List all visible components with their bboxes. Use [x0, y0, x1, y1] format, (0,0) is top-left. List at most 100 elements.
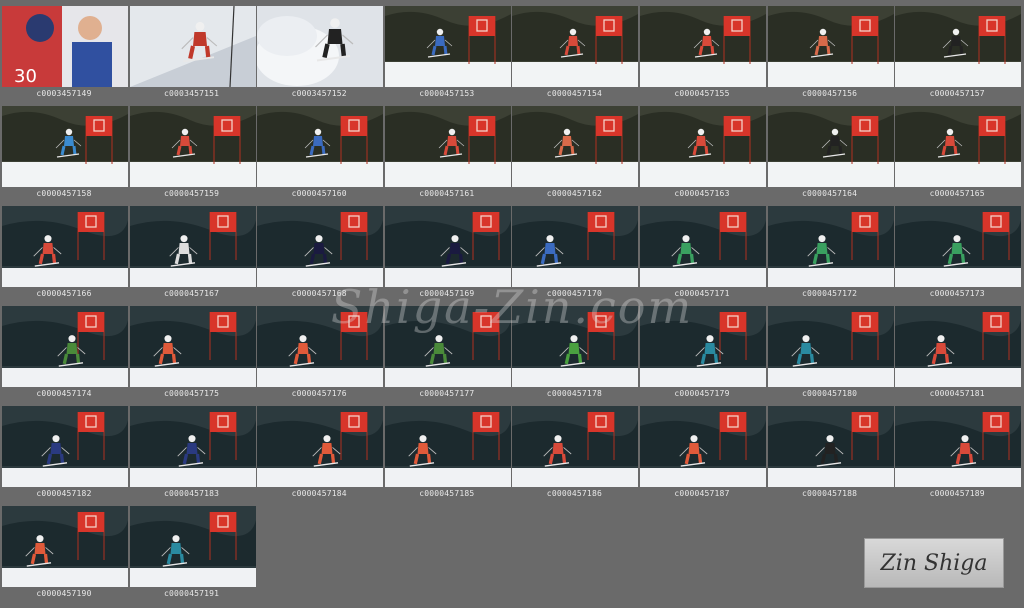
thumbnail-cell[interactable]: c0000457173: [893, 200, 1022, 300]
thumbnail-cell[interactable]: c0000457185: [383, 400, 511, 500]
thumbnail-image[interactable]: [257, 206, 384, 287]
thumbnail-caption: c0000457158: [36, 189, 92, 198]
thumbnail-cell[interactable]: c0000457168: [255, 200, 384, 300]
thumbnail-image[interactable]: [384, 206, 511, 287]
thumbnail-caption: c0000457173: [929, 289, 985, 298]
thumbnail-cell[interactable]: c0000457179: [638, 300, 766, 400]
thumbnail-cell[interactable]: c0000457183: [128, 400, 256, 500]
thumbnail-image[interactable]: [512, 106, 639, 187]
thumbnail-cell[interactable]: c0000457178: [510, 300, 639, 400]
thumbnail-image[interactable]: [129, 106, 256, 187]
thumbnail-caption: c0000457161: [419, 189, 475, 198]
thumbnail-image[interactable]: [895, 6, 1022, 87]
thumbnail-cell[interactable]: c0000457186: [510, 400, 639, 500]
thumbnail-cell[interactable]: c0000457181: [893, 300, 1022, 400]
thumbnail-image[interactable]: [895, 206, 1022, 287]
thumbnail-cell[interactable]: c0000457188: [766, 400, 894, 500]
thumbnail-cell[interactable]: c0000457177: [383, 300, 511, 400]
thumbnail-cell[interactable]: 30 c0003457149: [0, 0, 128, 100]
thumbnail-cell[interactable]: c0000457155: [638, 0, 766, 100]
thumbnail-cell[interactable]: c0000457161: [383, 100, 511, 200]
thumbnail-caption: c0000457154: [546, 89, 602, 98]
thumbnail-image[interactable]: [767, 6, 894, 87]
thumbnail-cell[interactable]: c0000457162: [510, 100, 639, 200]
thumbnail-caption: c0000457163: [674, 189, 730, 198]
thumbnail-image[interactable]: [640, 6, 766, 87]
thumbnail-image[interactable]: [257, 406, 384, 487]
thumbnail-image[interactable]: [640, 406, 766, 487]
thumbnail-caption: c0000457174: [36, 389, 92, 398]
thumbnail-caption: c0000457186: [546, 489, 602, 498]
thumbnail-image[interactable]: [384, 306, 511, 387]
thumbnail-image[interactable]: 30: [2, 6, 128, 87]
thumbnail-image[interactable]: [129, 306, 256, 387]
thumbnail-image[interactable]: [640, 206, 766, 287]
thumbnail-cell[interactable]: c0000457172: [766, 200, 894, 300]
thumbnail-image[interactable]: [257, 6, 384, 87]
thumbnail-image[interactable]: [257, 306, 384, 387]
thumbnail-image[interactable]: [512, 206, 639, 287]
thumbnail-image[interactable]: [512, 6, 639, 87]
contact-sheet-grid: 30 c0003457149 c0003457151 c0003457152 c…: [0, 0, 1024, 608]
thumbnail-cell[interactable]: c0000457169: [383, 200, 511, 300]
thumbnail-image[interactable]: [895, 306, 1022, 387]
thumbnail-image[interactable]: [2, 306, 128, 387]
thumbnail-image[interactable]: [767, 206, 894, 287]
thumbnail-cell[interactable]: c0000457159: [128, 100, 256, 200]
thumbnail-caption: c0000457184: [291, 489, 347, 498]
thumbnail-image[interactable]: [129, 206, 256, 287]
thumbnail-cell[interactable]: c0000457165: [893, 100, 1022, 200]
thumbnail-image[interactable]: [2, 506, 128, 587]
thumbnail-cell[interactable]: c0000457156: [766, 0, 894, 100]
thumbnail-cell[interactable]: c0000457157: [893, 0, 1022, 100]
thumbnail-cell[interactable]: c0000457180: [766, 300, 894, 400]
thumbnail-image[interactable]: [512, 306, 639, 387]
thumbnail-cell[interactable]: c0000457187: [638, 400, 766, 500]
thumbnail-cell[interactable]: c0000457191: [128, 500, 256, 600]
thumbnail-image[interactable]: [257, 106, 384, 187]
thumbnail-cell[interactable]: c0000457170: [510, 200, 639, 300]
thumbnail-image[interactable]: [895, 106, 1022, 187]
thumbnail-cell[interactable]: c0000457184: [255, 400, 384, 500]
thumbnail-cell[interactable]: c0000457176: [255, 300, 384, 400]
thumbnail-cell[interactable]: c0000457153: [383, 0, 511, 100]
thumbnail-image[interactable]: [767, 106, 894, 187]
thumbnail-cell[interactable]: c0000457171: [638, 200, 766, 300]
thumbnail-cell[interactable]: c0000457160: [255, 100, 384, 200]
thumbnail-cell[interactable]: c0000457190: [0, 500, 128, 600]
thumbnail-caption: c0000457175: [164, 389, 220, 398]
thumbnail-caption: c0000457155: [674, 89, 730, 98]
thumbnail-image[interactable]: [2, 406, 128, 487]
thumbnail-image[interactable]: [129, 506, 256, 587]
thumbnail-image[interactable]: [2, 106, 128, 187]
thumbnail-caption: c0000457164: [802, 189, 858, 198]
thumbnail-cell[interactable]: c0003457151: [128, 0, 256, 100]
thumbnail-caption: c0000457187: [674, 489, 730, 498]
thumbnail-cell[interactable]: c0000457175: [128, 300, 256, 400]
thumbnail-cell[interactable]: c0000457164: [766, 100, 894, 200]
thumbnail-cell[interactable]: c0000457163: [638, 100, 766, 200]
thumbnail-image[interactable]: [895, 406, 1022, 487]
thumbnail-cell[interactable]: c0000457174: [0, 300, 128, 400]
thumbnail-cell[interactable]: c0000457154: [510, 0, 639, 100]
thumbnail-image[interactable]: [767, 306, 894, 387]
thumbnail-image[interactable]: [640, 306, 766, 387]
thumbnail-cell[interactable]: c0000457166: [0, 200, 128, 300]
thumbnail-cell[interactable]: c0000457158: [0, 100, 128, 200]
thumbnail-cell[interactable]: c0000457182: [0, 400, 128, 500]
thumbnail-image[interactable]: [2, 206, 128, 287]
thumbnail-image[interactable]: [767, 406, 894, 487]
thumbnail-image[interactable]: [129, 406, 256, 487]
thumbnail-image[interactable]: [512, 406, 639, 487]
thumbnail-cell[interactable]: c0000457167: [128, 200, 256, 300]
thumbnail-cell[interactable]: c0003457152: [255, 0, 384, 100]
thumbnail-cell[interactable]: c0000457189: [893, 400, 1022, 500]
thumbnail-image[interactable]: [384, 106, 511, 187]
thumbnail-caption: c0000457182: [36, 489, 92, 498]
thumbnail-image[interactable]: [640, 106, 766, 187]
thumbnail-caption: c0003457152: [291, 89, 347, 98]
thumbnail-image[interactable]: [384, 6, 511, 87]
thumbnail-image[interactable]: [384, 406, 511, 487]
thumbnail-image[interactable]: [129, 6, 256, 87]
thumbnail-caption: c0003457149: [36, 89, 92, 98]
